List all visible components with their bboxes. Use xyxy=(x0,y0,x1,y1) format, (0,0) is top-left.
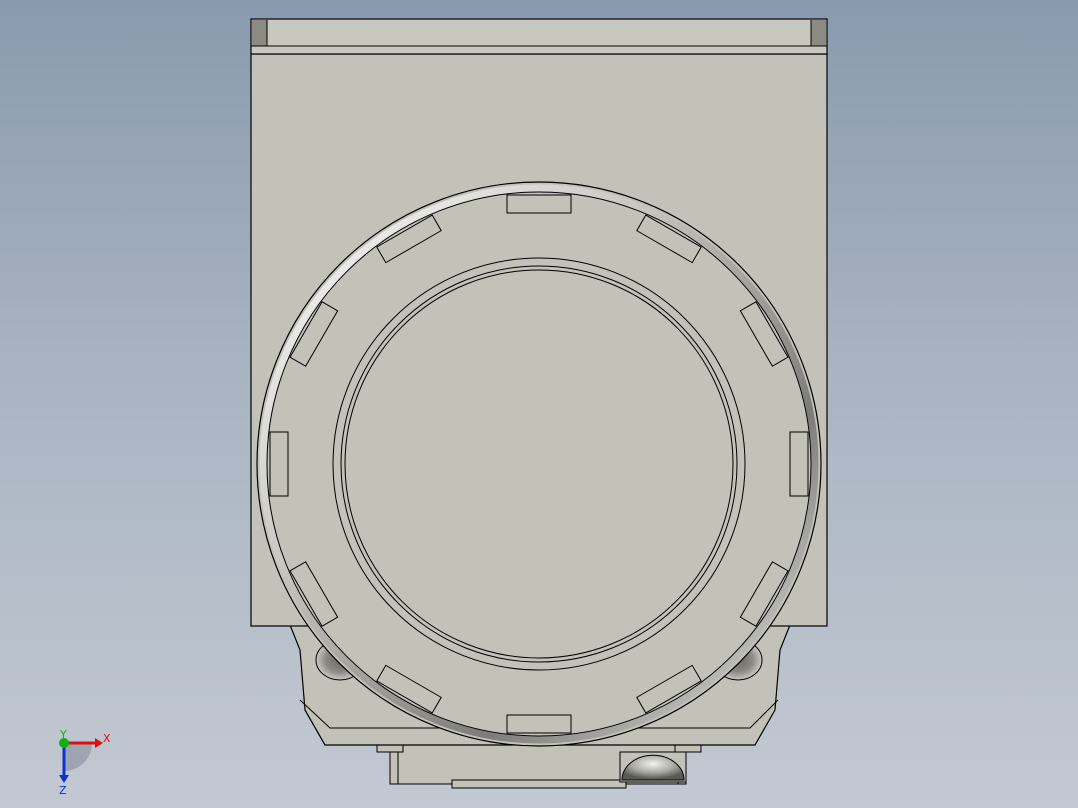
x-axis-label: X xyxy=(103,732,111,745)
y-axis-label: Y xyxy=(59,728,67,741)
cad-graphics-viewport[interactable]: X Y Z xyxy=(0,0,1078,808)
x-axis-arrow xyxy=(95,738,103,748)
top-flange-left-edge xyxy=(252,20,267,46)
triad-shadow xyxy=(64,743,92,771)
nut-notch xyxy=(269,431,289,497)
base-plate-tab xyxy=(451,779,627,789)
top-flange xyxy=(250,18,828,55)
coordinate-triad[interactable]: X Y Z xyxy=(40,725,120,800)
nut-notch xyxy=(789,431,809,497)
cap-face xyxy=(344,269,734,659)
z-axis-label: Z xyxy=(59,784,67,797)
part-model-front-view[interactable] xyxy=(0,0,1078,808)
top-flange-right-edge xyxy=(811,20,826,46)
nut-notch xyxy=(506,714,572,734)
z-axis-arrow xyxy=(59,775,69,783)
nut-notch xyxy=(506,194,572,214)
